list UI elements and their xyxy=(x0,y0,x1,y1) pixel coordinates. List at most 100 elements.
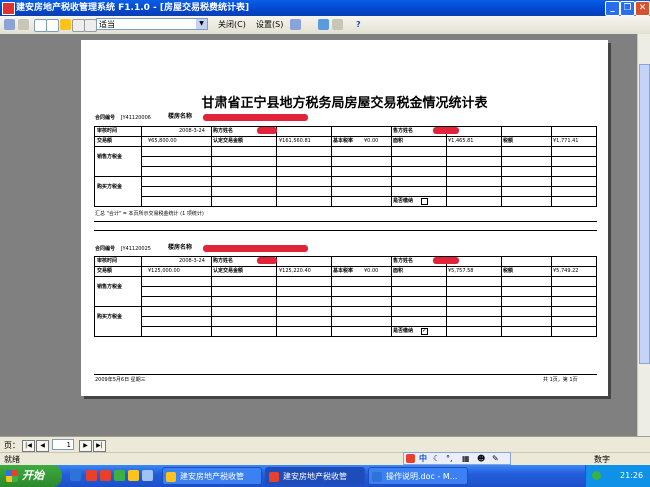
ime-logo-icon xyxy=(406,454,415,463)
help-button[interactable]: ? xyxy=(356,18,361,31)
print-icon[interactable] xyxy=(4,19,15,30)
row-divider xyxy=(141,286,597,287)
cell: 2008-3-24 xyxy=(179,128,205,134)
dropdown-arrow-icon[interactable] xyxy=(18,19,29,30)
media-icon[interactable] xyxy=(100,470,111,481)
task-label: 操作说明.doc - M... xyxy=(386,472,458,481)
cell: 税额 xyxy=(503,268,514,274)
report-toolbar: 适当 ▼ 关闭(C) 设置(S) ? xyxy=(0,16,650,35)
cell: ¥125,000.00 xyxy=(148,268,180,274)
col-divider xyxy=(501,126,502,207)
col-divider xyxy=(276,256,277,337)
start-label: 开始 xyxy=(22,469,44,482)
row-divider xyxy=(141,326,597,327)
app-icon xyxy=(269,472,279,482)
email-icon[interactable] xyxy=(332,19,343,30)
row-divider xyxy=(141,166,597,167)
cell: 交易额 xyxy=(97,138,113,144)
paid-checkbox[interactable] xyxy=(421,198,428,205)
col-divider xyxy=(331,256,332,337)
window-titlebar[interactable]: 建安房地产税收管理系统 F1.1.0 - [房屋交易税费统计表] _ ❐ ✕ xyxy=(0,0,650,16)
cell: 审核时间 xyxy=(97,258,118,264)
paid-checkbox[interactable] xyxy=(421,327,428,335)
ime-lang[interactable]: 中 xyxy=(419,454,427,464)
contract-no-value: JY41120006 xyxy=(121,115,151,121)
prev-page-button[interactable]: ◀ xyxy=(36,440,49,452)
quicklaunch-arrow-icon[interactable] xyxy=(142,470,153,481)
taskbar-item-folder[interactable]: 建安房地产税收管 xyxy=(162,467,262,485)
col-divider xyxy=(276,126,277,207)
cell: ¥161,560.81 xyxy=(279,138,311,144)
window-title: 建安房地产税收管理系统 F1.1.0 - [房屋交易税费统计表] xyxy=(16,3,250,13)
taskbar: 开始 建安房地产税收管 建安房地产税收管 操作说明.doc - M... 21:… xyxy=(0,465,650,487)
row-divider xyxy=(94,306,597,307)
moon-icon[interactable]: ☾ xyxy=(433,454,440,464)
building-name-label: 楼房名称 xyxy=(168,113,193,120)
contract-no-label: 合同编号 xyxy=(95,246,116,252)
first-page-button[interactable]: |◀ xyxy=(22,440,35,452)
ime-toolbar[interactable]: 中 ☾ °, ▦ ☻ ✎ xyxy=(403,452,511,465)
status-mode: 数字 xyxy=(594,455,610,464)
punctuation-icon[interactable]: °, xyxy=(446,454,453,464)
redaction-mark xyxy=(433,127,459,134)
taskbar-item-app[interactable]: 建安房地产税收管 xyxy=(265,467,365,485)
zoom-select[interactable]: 适当 ▼ xyxy=(96,18,208,30)
cell: ¥125,220.40 xyxy=(279,268,311,274)
row-divider xyxy=(141,196,597,197)
col-divider xyxy=(211,256,212,337)
cell: 购方姓名 xyxy=(213,128,234,134)
cell: ¥5,757.58 xyxy=(448,268,474,274)
vertical-scrollbar[interactable] xyxy=(637,34,650,436)
start-button[interactable]: 开始 xyxy=(0,465,62,487)
chevron-down-icon[interactable]: ▼ xyxy=(196,19,207,29)
export-icon[interactable] xyxy=(318,19,329,30)
page-count: 共 1页，第 1页 xyxy=(543,377,578,383)
cell: 税额 xyxy=(503,138,514,144)
cell: ¥65,800.00 xyxy=(148,138,177,144)
summary-divider xyxy=(94,230,597,231)
report-title: 甘肃省正宁县地方税务局房屋交易税金情况统计表 xyxy=(201,96,488,111)
row-divider xyxy=(141,156,597,157)
clock[interactable]: 21:26 xyxy=(620,465,643,487)
close-button[interactable]: ✕ xyxy=(635,1,650,16)
cell: 交易额 xyxy=(97,268,113,274)
close-report-button[interactable]: 关闭(C) xyxy=(218,18,246,31)
quicklaunch-app-icon[interactable] xyxy=(86,470,97,481)
restore-button[interactable]: ❐ xyxy=(620,1,635,16)
layout-icon[interactable] xyxy=(290,19,301,30)
contract-no-label: 合同编号 xyxy=(95,115,116,121)
row-divider xyxy=(94,266,597,267)
user-icon[interactable]: ☻ xyxy=(477,454,485,464)
paid-check-label: 是否缴纳 xyxy=(393,198,414,204)
col-divider xyxy=(141,256,142,337)
cell: 基本税率 xyxy=(333,138,354,144)
zoom-value: 适当 xyxy=(99,20,115,29)
keyboard-icon[interactable]: ▦ xyxy=(462,454,470,464)
chat-icon[interactable] xyxy=(114,470,125,481)
minimize-button[interactable]: _ xyxy=(605,1,620,16)
buyer-tax-group-label: 购买方税金 xyxy=(97,314,123,320)
cell: ¥0.00 xyxy=(364,268,379,274)
single-page-icon[interactable] xyxy=(60,19,71,30)
taskbar-item-word[interactable]: 操作说明.doc - M... xyxy=(368,467,468,485)
status-ready: 就绪 xyxy=(4,455,20,464)
desktop-icon[interactable] xyxy=(128,470,139,481)
col-divider xyxy=(551,256,552,337)
cell: 2008-3-24 xyxy=(179,258,205,264)
row-divider xyxy=(94,276,597,277)
cell: ¥0.00 xyxy=(364,138,379,144)
seller-tax-group-label: 销售方税金 xyxy=(97,154,123,160)
redaction-mark xyxy=(433,257,459,264)
last-page-button[interactable]: ▶| xyxy=(93,440,106,452)
next-page-button[interactable]: ▶ xyxy=(79,440,92,452)
ie-icon[interactable] xyxy=(70,470,81,481)
scroll-thumb[interactable] xyxy=(639,64,650,364)
zoom-icon[interactable] xyxy=(46,19,59,32)
windows-logo-icon xyxy=(6,470,18,482)
cell: 基本税率 xyxy=(333,268,354,274)
setup-button[interactable]: 设置(S) xyxy=(256,18,283,31)
network-icon[interactable] xyxy=(592,471,601,480)
page-number-input[interactable]: 1 xyxy=(52,439,74,450)
settings-icon[interactable]: ✎ xyxy=(492,454,499,464)
col-divider xyxy=(211,126,212,207)
